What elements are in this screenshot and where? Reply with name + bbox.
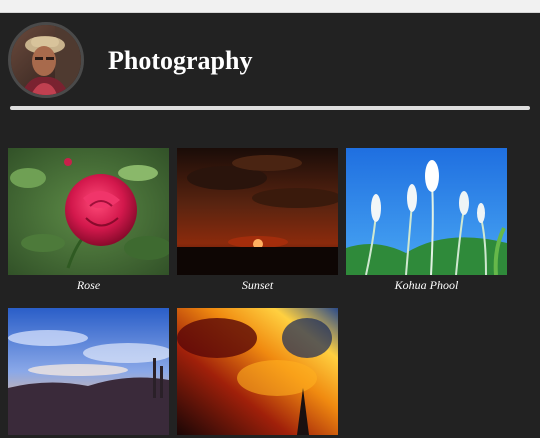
gallery-item-sunset[interactable]: Sunset [177, 148, 338, 292]
gallery-item-fiery-clouds[interactable] [177, 308, 338, 438]
gallery-item-sky-landscape[interactable] [8, 308, 169, 438]
sky-landscape-photo-icon[interactable] [8, 308, 169, 435]
fiery-clouds-photo-icon[interactable] [177, 308, 338, 435]
gallery-item-rose[interactable]: Rose [8, 148, 169, 292]
grass-flower-photo-icon[interactable] [346, 148, 507, 275]
gallery-caption: Sunset [241, 278, 274, 292]
sunset-photo-icon[interactable] [177, 148, 338, 275]
gallery-item-kohua-phool[interactable]: Kohua Phool [346, 148, 507, 292]
gallery-caption: Rose [76, 278, 101, 292]
gallery-caption: Kohua Phool [394, 278, 459, 292]
rose-photo-icon[interactable] [8, 148, 169, 275]
photo-gallery: Rose Sunset Kohua Phool [0, 0, 540, 435]
